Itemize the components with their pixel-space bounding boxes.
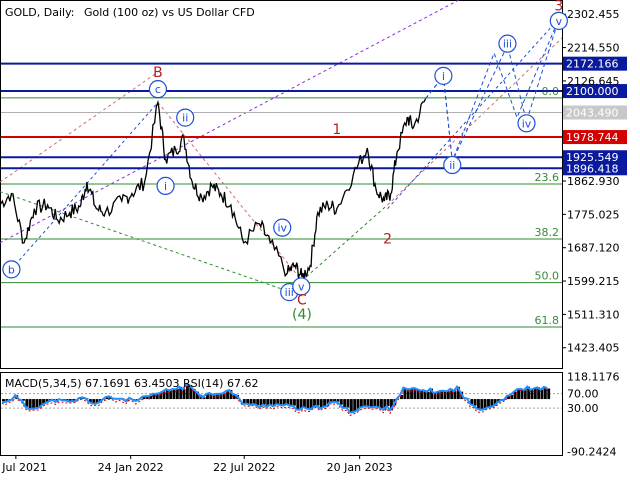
indicator-tick-label: 70.00 xyxy=(567,388,599,401)
x-tick-label: 22 Jul 2022 xyxy=(213,461,275,474)
macd-histogram-bar xyxy=(480,399,483,410)
x-tick-label: 20 Jan 2023 xyxy=(327,461,393,474)
macd-histogram-bar xyxy=(477,399,480,409)
fib-level-label: 50.0 xyxy=(535,270,560,283)
macd-histogram-bar xyxy=(347,399,350,407)
chart-area: 0.023.638.250.061.82172.1662100.0002043.… xyxy=(0,0,640,480)
macd-histogram-bar xyxy=(296,399,299,409)
wave-label: i xyxy=(164,180,167,193)
macd-histogram-bar xyxy=(531,390,534,399)
macd-histogram-bar xyxy=(29,399,32,409)
indicator-tick-label: 118.1176 xyxy=(567,370,620,383)
macd-histogram-bar xyxy=(32,399,35,409)
header-symbol: GOLD, Daily: xyxy=(5,6,75,19)
wave-label: b xyxy=(8,263,15,276)
fib-level-label: 38.2 xyxy=(535,226,560,239)
macd-histogram-bar xyxy=(380,399,383,408)
macd-histogram-bar xyxy=(377,399,380,407)
wave-label: 2 xyxy=(383,231,392,247)
macd-histogram-bar xyxy=(437,392,440,399)
indicator-tick-label: -90.2424 xyxy=(567,445,616,458)
level-price-label: 1896.418 xyxy=(566,162,619,175)
macd-histogram-bar xyxy=(454,391,457,399)
wave-label: i xyxy=(442,70,445,83)
macd-histogram-bar xyxy=(303,399,306,407)
level-price-label: 1978.744 xyxy=(566,131,619,144)
wave-label: ii xyxy=(182,112,188,125)
y-tick-label: 2126.645 xyxy=(567,75,620,88)
macd-histogram-bar xyxy=(173,389,176,399)
wave-label: v xyxy=(298,280,305,293)
macd-histogram-bar xyxy=(367,399,370,406)
macd-histogram-bar xyxy=(474,399,477,406)
macd-histogram-bar xyxy=(293,399,296,405)
y-tick-label: 1511.310 xyxy=(567,308,620,321)
wave-label: (4) xyxy=(292,307,312,323)
macd-histogram-bar xyxy=(350,399,353,412)
wave-label: iii xyxy=(503,38,512,51)
y-tick-label: 1423.405 xyxy=(567,342,620,355)
y-tick-label: 1775.025 xyxy=(567,208,620,221)
wave-label: iv xyxy=(522,117,532,130)
indicator-tick-label: 30.00 xyxy=(567,402,599,415)
macd-histogram-bar xyxy=(256,399,259,405)
wave-label: B xyxy=(153,65,163,81)
wave-label: c xyxy=(155,83,161,96)
macd-histogram-bar xyxy=(183,389,186,399)
indicator-title: MACD(5,34,5) 67.1691 63.4503 RSI(14) 67.… xyxy=(5,377,258,390)
wave-label: iv xyxy=(277,222,287,235)
macd-histogram-bar xyxy=(420,391,423,400)
wave-label: ii xyxy=(449,159,455,172)
macd-histogram-bar xyxy=(176,389,179,399)
y-tick-label: 1687.120 xyxy=(567,242,620,255)
wave-label: 1 xyxy=(332,122,341,138)
macd-histogram-bar xyxy=(547,389,550,400)
fib-level-label: 23.6 xyxy=(535,171,560,184)
y-tick-label: 2302.455 xyxy=(567,8,620,21)
chart-svg: 0.023.638.250.061.82172.1662100.0002043.… xyxy=(0,0,640,480)
y-tick-label: 1599.215 xyxy=(567,275,620,288)
y-tick-label: 1862.930 xyxy=(567,175,620,188)
fib-level-label: 61.8 xyxy=(535,314,560,327)
wave-label: v xyxy=(556,15,563,28)
macd-histogram-bar xyxy=(440,391,443,399)
x-tick-label: 24 Jan 2022 xyxy=(98,461,164,474)
level-price-label: 2043.490 xyxy=(566,106,619,119)
x-tick-label: 27 Jul 2021 xyxy=(0,461,47,474)
macd-histogram-bar xyxy=(306,399,309,408)
header-description: Gold (100 oz) vs US Dollar CFD xyxy=(84,6,255,19)
macd-histogram-bar xyxy=(343,399,346,408)
level-price-label: 2172.166 xyxy=(566,58,619,71)
y-tick-label: 2214.550 xyxy=(567,42,620,55)
